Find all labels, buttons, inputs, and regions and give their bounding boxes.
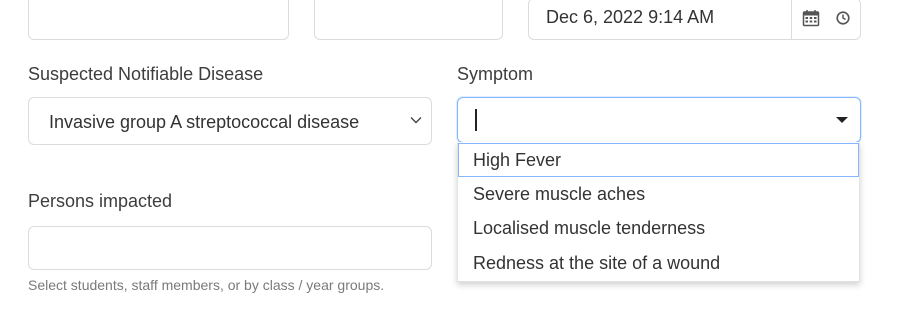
symptom-option[interactable]: High Fever bbox=[458, 143, 859, 177]
symptom-option[interactable]: Redness at the site of a wound bbox=[458, 246, 859, 280]
chevron-down-icon bbox=[410, 117, 422, 124]
calendar-icon[interactable] bbox=[802, 9, 820, 27]
text-cursor bbox=[475, 109, 477, 131]
datetime-field[interactable]: Dec 6, 2022 9:14 AM bbox=[528, 0, 861, 40]
clock-icon[interactable] bbox=[836, 11, 850, 25]
caret-down-icon[interactable] bbox=[836, 117, 848, 123]
persons-help-text: Select students, staff members, or by cl… bbox=[28, 277, 385, 293]
symptom-option[interactable]: Severe muscle aches bbox=[458, 177, 859, 211]
symptom-select[interactable] bbox=[457, 97, 861, 143]
datetime-divider bbox=[791, 0, 792, 40]
disease-select[interactable]: Invasive group A streptococcal disease bbox=[28, 97, 432, 145]
top-field-2[interactable] bbox=[314, 0, 503, 40]
symptom-label: Symptom bbox=[457, 64, 534, 84]
top-field-1[interactable] bbox=[28, 0, 289, 40]
persons-label: Persons impacted bbox=[28, 191, 173, 211]
symptom-option[interactable]: Localised muscle tenderness bbox=[458, 211, 859, 245]
persons-input[interactable] bbox=[28, 226, 432, 270]
datetime-value: Dec 6, 2022 9:14 AM bbox=[546, 7, 715, 27]
symptom-dropdown-menu: High Fever Severe muscle aches Localised… bbox=[457, 142, 860, 282]
disease-label: Suspected Notifiable Disease bbox=[28, 64, 264, 84]
disease-selected-value: Invasive group A streptococcal disease bbox=[49, 112, 360, 132]
